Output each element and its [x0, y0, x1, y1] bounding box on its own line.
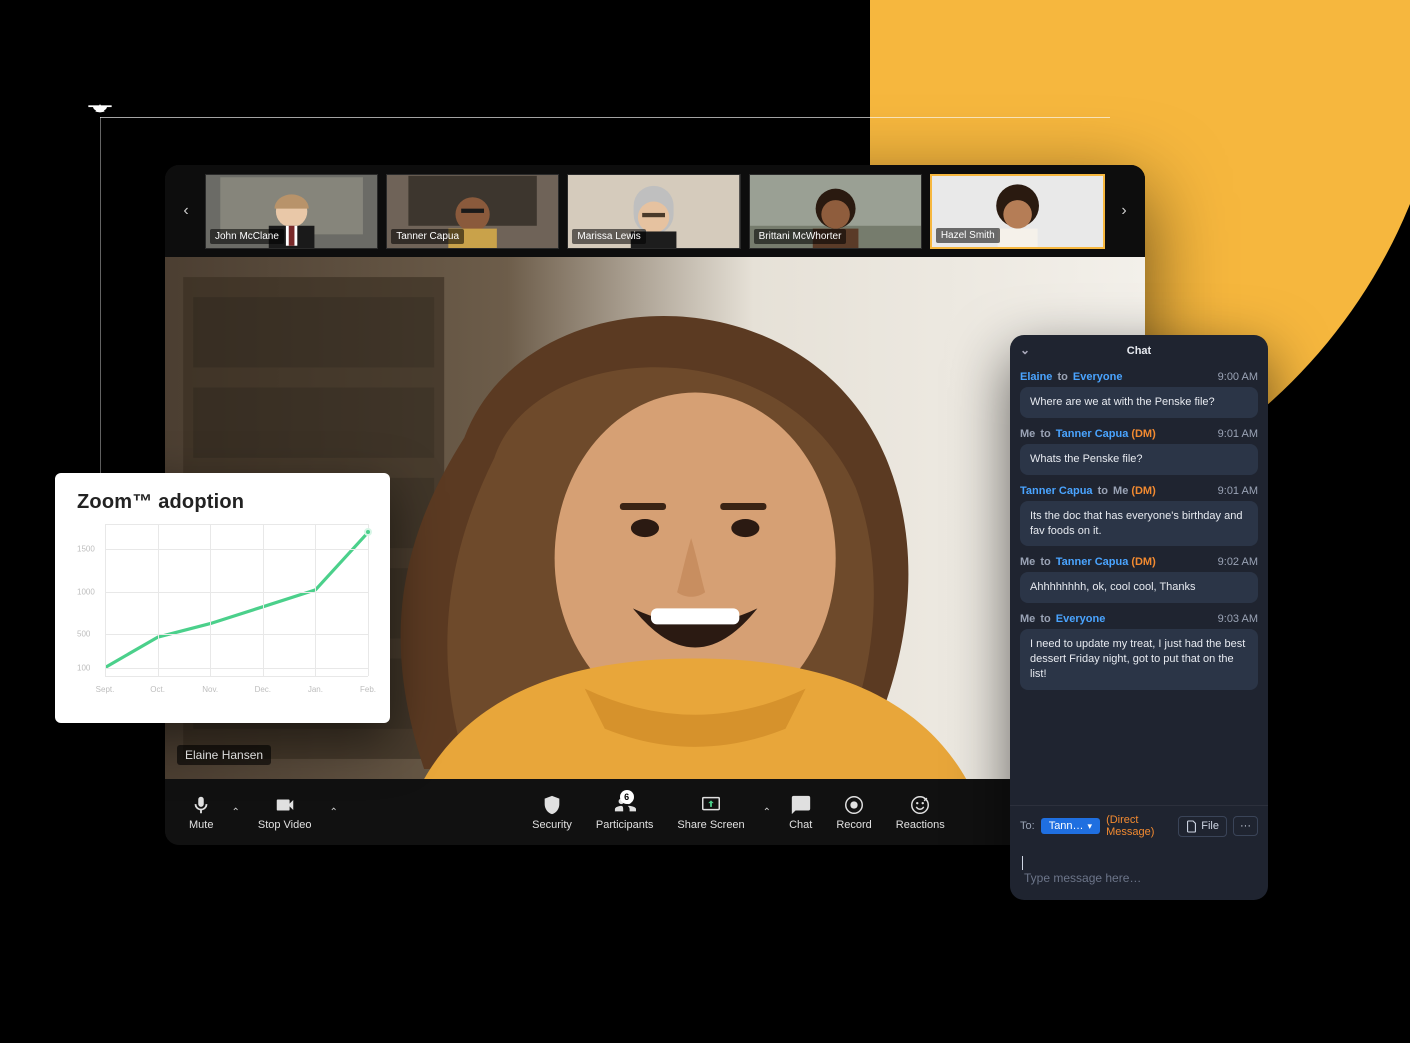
chat-label: Chat — [789, 819, 812, 831]
participant-tile[interactable]: John McClane — [205, 174, 378, 249]
chat-message: Me to Tanner Capua(DM)9:02 AMAhhhhhhhh, … — [1020, 556, 1258, 603]
participants-label: Participants — [596, 819, 653, 831]
chart-card: Zoom™ adoption 10050010001500Sept.Oct.No… — [55, 473, 390, 723]
chat-header: ⌄ Chat — [1010, 335, 1268, 367]
chat-message: Me to Everyone9:03 AMI need to update my… — [1020, 613, 1258, 690]
chat-button[interactable]: Chat — [779, 794, 822, 831]
reactions-button[interactable]: Reactions — [886, 794, 955, 831]
participant-name-label: Hazel Smith — [936, 228, 1000, 243]
security-button[interactable]: Security — [522, 794, 582, 831]
participant-tile[interactable]: Marissa Lewis — [567, 174, 740, 249]
participant-tile[interactable]: Hazel Smith — [930, 174, 1105, 249]
chat-collapse[interactable]: ⌄ — [1020, 343, 1030, 357]
decor-hline — [100, 117, 1110, 118]
lamp-icon — [86, 96, 114, 124]
dm-note: (Direct Message) — [1106, 814, 1172, 838]
chat-messages[interactable]: Elaine to Everyone9:00 AMWhere are we at… — [1010, 367, 1268, 805]
mute-label: Mute — [189, 819, 213, 831]
share-label: Share Screen — [677, 819, 744, 831]
participant-name-label: Marissa Lewis — [572, 229, 645, 244]
chart-title: Zoom™ adoption — [77, 491, 368, 514]
chat-message: Elaine to Everyone9:00 AMWhere are we at… — [1020, 371, 1258, 418]
chart-plot: 10050010001500Sept.Oct.Nov.Dec.Jan.Feb. — [77, 524, 368, 694]
chat-message: Me to Tanner Capua(DM)9:01 AMWhats the P… — [1020, 428, 1258, 475]
gallery-prev[interactable]: ‹ — [175, 174, 197, 249]
participant-name-label: Brittani McWhorter — [754, 229, 847, 244]
participant-name-label: Tanner Capua — [391, 229, 464, 244]
chat-message: Tanner Capua to Me(DM)9:01 AMIts the doc… — [1020, 485, 1258, 547]
mute-button[interactable]: Mute — [179, 794, 223, 831]
to-recipient-pill[interactable]: Tann… — [1041, 818, 1100, 834]
stop-video-button[interactable]: Stop Video — [248, 794, 322, 831]
chat-icon — [790, 794, 812, 816]
shield-icon — [541, 794, 563, 816]
reactions-icon — [909, 794, 931, 816]
to-label: To: — [1020, 820, 1035, 832]
gallery-strip: ‹ John McClane Tanner Capua Marissa Lewi… — [165, 165, 1145, 257]
camera-icon — [274, 794, 296, 816]
share-caret[interactable]: ⌃ — [759, 807, 775, 818]
participant-tile[interactable]: Tanner Capua — [386, 174, 559, 249]
security-label: Security — [532, 819, 572, 831]
participants-count-badge: 6 — [620, 790, 634, 804]
text-cursor — [1022, 856, 1023, 870]
controls-bar: Mute ⌃ Stop Video ⌃ Security 6 Participa… — [165, 779, 1145, 845]
stop-video-label: Stop Video — [258, 819, 312, 831]
record-button[interactable]: Record — [826, 794, 881, 831]
share-icon — [700, 794, 722, 816]
chat-title: Chat — [1127, 345, 1151, 357]
participants-button[interactable]: 6 Participants — [586, 794, 663, 831]
mic-icon — [190, 794, 212, 816]
share-screen-button[interactable]: Share Screen — [667, 794, 754, 831]
participant-name-label: John McClane — [210, 229, 284, 244]
record-icon — [843, 794, 865, 816]
chat-input[interactable] — [1022, 870, 1256, 886]
more-button[interactable]: ··· — [1233, 816, 1258, 836]
participant-tile[interactable]: Brittani McWhorter — [749, 174, 922, 249]
speaker-name-label: Elaine Hansen — [177, 745, 271, 765]
record-label: Record — [836, 819, 871, 831]
chat-input-row — [1010, 846, 1268, 900]
video-caret[interactable]: ⌃ — [325, 807, 341, 818]
chat-to-row: To: Tann… (Direct Message) File ··· — [1010, 805, 1268, 846]
file-button[interactable]: File — [1178, 816, 1227, 837]
chat-panel: ⌄ Chat Elaine to Everyone9:00 AMWhere ar… — [1010, 335, 1268, 900]
participants-icon: 6 — [614, 794, 636, 816]
gallery-next[interactable]: › — [1113, 174, 1135, 249]
reactions-label: Reactions — [896, 819, 945, 831]
mute-caret[interactable]: ⌃ — [227, 807, 243, 818]
